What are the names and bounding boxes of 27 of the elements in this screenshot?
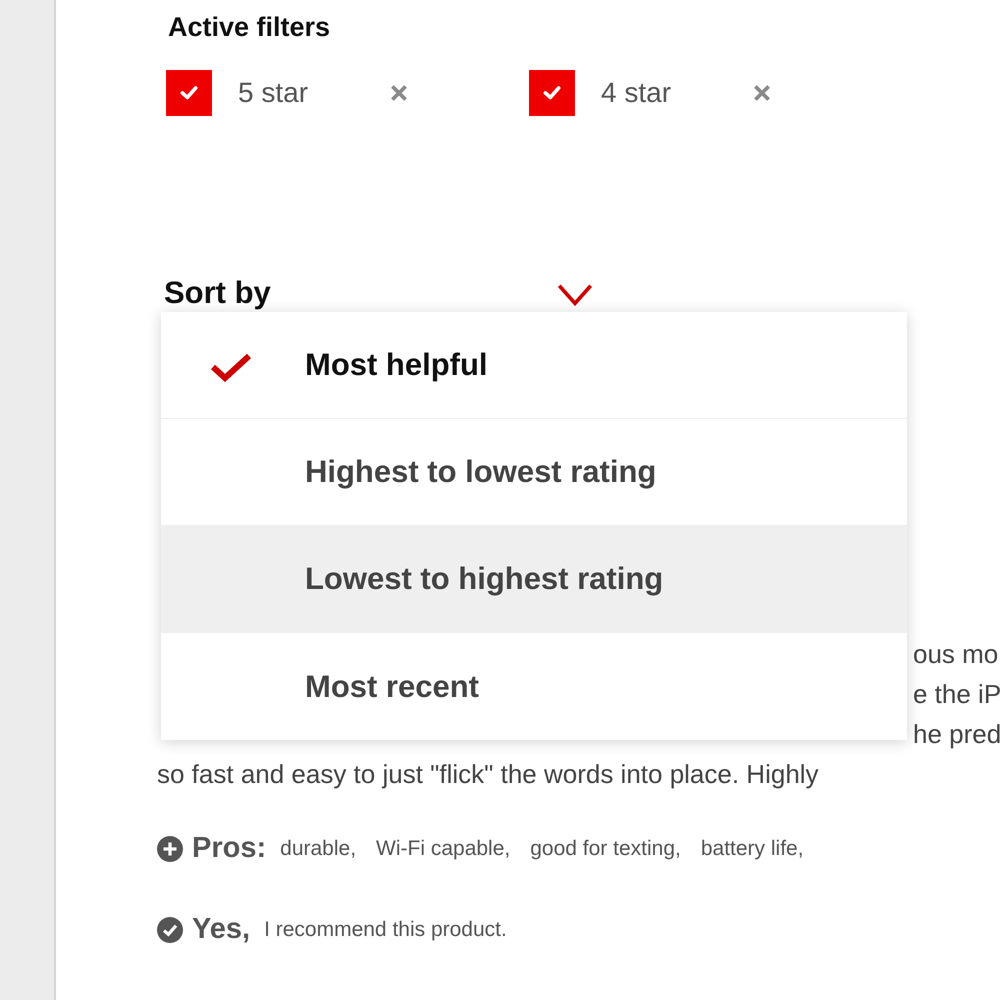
plus-circle-icon	[157, 836, 183, 862]
check-icon	[210, 352, 252, 382]
sort-option[interactable]: Most recent	[161, 633, 907, 740]
checkbox[interactable]	[166, 70, 212, 116]
filter-label: 4 star	[601, 77, 672, 109]
review-text: he pred	[913, 719, 1000, 749]
review-text: so fast and easy to just "flick" the words into place. Highly	[157, 758, 820, 791]
review-text: e the iP	[913, 679, 1000, 709]
pros-tag: durable,	[280, 836, 356, 860]
remove-icon[interactable]	[751, 82, 773, 104]
filters-heading: Active filters	[168, 12, 332, 44]
sort-option[interactable]: Lowest to highest rating	[161, 526, 907, 633]
chevron-icon[interactable]	[556, 283, 594, 307]
sort-option[interactable]: Highest to lowest rating	[161, 419, 907, 526]
sort-label: Sort by	[164, 275, 272, 311]
recommend-label: Yes,	[192, 913, 250, 946]
pros-tag: good for texting,	[530, 836, 681, 860]
pros-tag: Wi-Fi capable,	[376, 836, 510, 860]
remove-icon[interactable]	[388, 82, 410, 104]
sort-option[interactable]: Most helpful	[161, 312, 907, 419]
filter-label: 5 star	[238, 77, 310, 109]
pros-tag: battery life,	[700, 836, 804, 860]
review-text: ous mo	[913, 639, 998, 669]
checkbox[interactable]	[529, 70, 575, 116]
pros-label: Pros:	[192, 832, 266, 865]
recommend-text: I recommend this product.	[264, 918, 507, 942]
check-circle-icon	[157, 916, 183, 942]
